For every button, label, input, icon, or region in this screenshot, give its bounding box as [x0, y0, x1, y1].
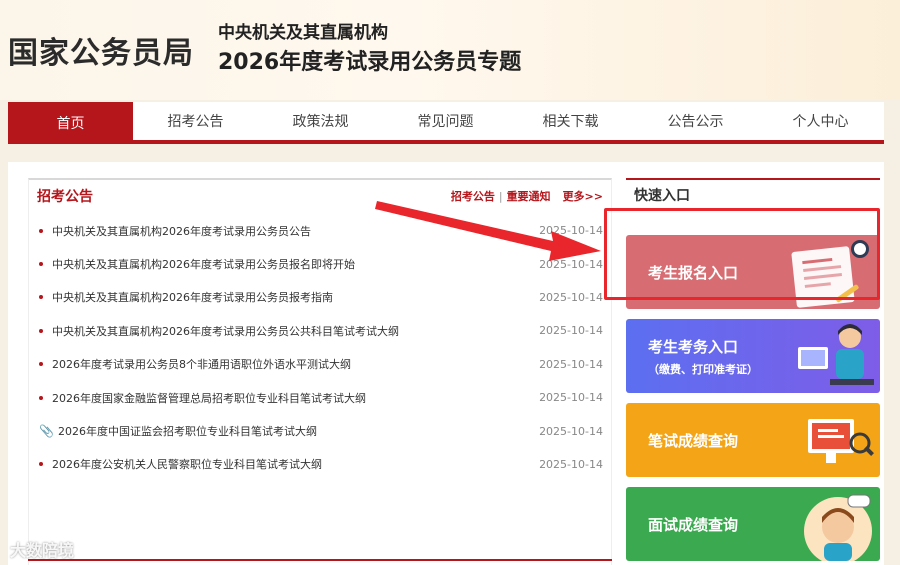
- bullet-icon: [39, 362, 43, 367]
- exam-affairs-entry-button[interactable]: 考生考务入口 （缴费、打印准考证）: [626, 319, 880, 393]
- bullet-icon: [39, 262, 43, 267]
- nav-home[interactable]: 首页: [8, 102, 133, 144]
- interview-score-query-button[interactable]: 面试成绩查询: [626, 487, 880, 561]
- list-item[interactable]: 📎 2026年度中国证监会招考职位专业科目笔试考试大纲 2025-10-14: [29, 414, 611, 447]
- nav-faq[interactable]: 常见问题: [383, 102, 508, 140]
- score-screen-icon: [808, 419, 874, 463]
- written-score-query-button[interactable]: 笔试成绩查询: [626, 403, 880, 477]
- list-item[interactable]: 2026年度考试录用公务员8个非通用语职位外语水平测试大纲 2025-10-14: [29, 348, 611, 381]
- watermark: 大数陪境: [10, 541, 75, 560]
- quick-access-title: 快速入口: [626, 178, 880, 210]
- list-item-title[interactable]: 中央机关及其直属机构2026年度考试录用公务员报名即将开始: [52, 256, 355, 272]
- list-item-title[interactable]: 中央机关及其直属机构2026年度考试录用公务员公共科目笔试考试大纲: [52, 323, 399, 339]
- main-nav: 首页 招考公告 政策法规 常见问题 相关下载 公告公示 个人中心: [8, 102, 884, 144]
- nav-policies[interactable]: 政策法规: [258, 102, 383, 140]
- list-item[interactable]: 中央机关及其直属机构2026年度考试录用公务员公共科目笔试考试大纲 2025-1…: [29, 314, 611, 347]
- registration-entry-button[interactable]: 考生报名入口: [626, 235, 880, 309]
- list-item-title[interactable]: 2026年度公安机关人民警察职位专业科目笔试考试大纲: [52, 456, 322, 472]
- nav-downloads[interactable]: 相关下载: [508, 102, 633, 140]
- person-avatar-icon: [804, 494, 872, 561]
- bullet-icon: [39, 295, 43, 300]
- tile-label: 考生报名入口: [648, 263, 739, 282]
- nav-notices[interactable]: 公告公示: [633, 102, 758, 140]
- announcements-title: 招考公告: [37, 189, 93, 205]
- list-item-title[interactable]: 中央机关及其直属机构2026年度考试录用公务员报考指南: [52, 289, 333, 305]
- bullet-icon: [39, 328, 43, 333]
- tile-label: 笔试成绩查询: [648, 431, 739, 450]
- list-item-title[interactable]: 2026年度国家金融监督管理总局招考职位专业科目笔试考试大纲: [52, 390, 366, 406]
- header-main-title: 2026年度考试录用公务员专题: [218, 50, 522, 75]
- quick-access-panel: 快速入口 考生报名入口 考生考务入口 （缴费、打印准考证） 笔试成绩查询 面试成…: [626, 178, 880, 565]
- list-item-title[interactable]: 2026年度中国证监会招考职位专业科目笔试考试大纲: [58, 423, 317, 439]
- bullet-icon: [39, 462, 43, 467]
- tile-label: 考生考务入口: [648, 337, 739, 356]
- registration-form-icon: [791, 240, 869, 308]
- red-arrow-icon: [375, 201, 601, 261]
- list-item[interactable]: 2026年度国家金融监督管理总局招考职位专业科目笔试考试大纲 2025-10-1…: [29, 381, 611, 414]
- list-item-title[interactable]: 中央机关及其直属机构2026年度考试录用公务员公告: [52, 223, 311, 239]
- tile-sub-label: （缴费、打印准考证）: [648, 362, 758, 376]
- paperclip-icon: 📎: [39, 424, 54, 439]
- list-bottom-rule: [28, 559, 612, 561]
- list-item-date: 2025-10-14: [539, 391, 603, 405]
- list-item-date: 2025-10-14: [539, 457, 603, 471]
- list-item-date: 2025-10-14: [539, 324, 603, 338]
- nav-announcements[interactable]: 招考公告: [133, 102, 258, 140]
- person-at-computer-icon: [798, 324, 874, 385]
- list-item-date: 2025-10-14: [539, 290, 603, 304]
- nav-personal-center[interactable]: 个人中心: [758, 102, 883, 140]
- bullet-icon: [39, 395, 43, 400]
- list-item[interactable]: 2026年度公安机关人民警察职位专业科目笔试考试大纲 2025-10-14: [29, 448, 611, 481]
- bullet-icon: [39, 228, 43, 233]
- list-item[interactable]: 中央机关及其直属机构2026年度考试录用公务员报考指南 2025-10-14: [29, 281, 611, 314]
- list-item-date: 2025-10-14: [539, 357, 603, 371]
- header-sub-title: 中央机关及其直属机构: [218, 23, 388, 43]
- tile-label: 面试成绩查询: [648, 515, 739, 534]
- list-item-date: 2025-10-14: [539, 424, 603, 438]
- list-item-title[interactable]: 2026年度考试录用公务员8个非通用语职位外语水平测试大纲: [52, 356, 351, 372]
- site-name[interactable]: 国家公务员局: [8, 28, 194, 72]
